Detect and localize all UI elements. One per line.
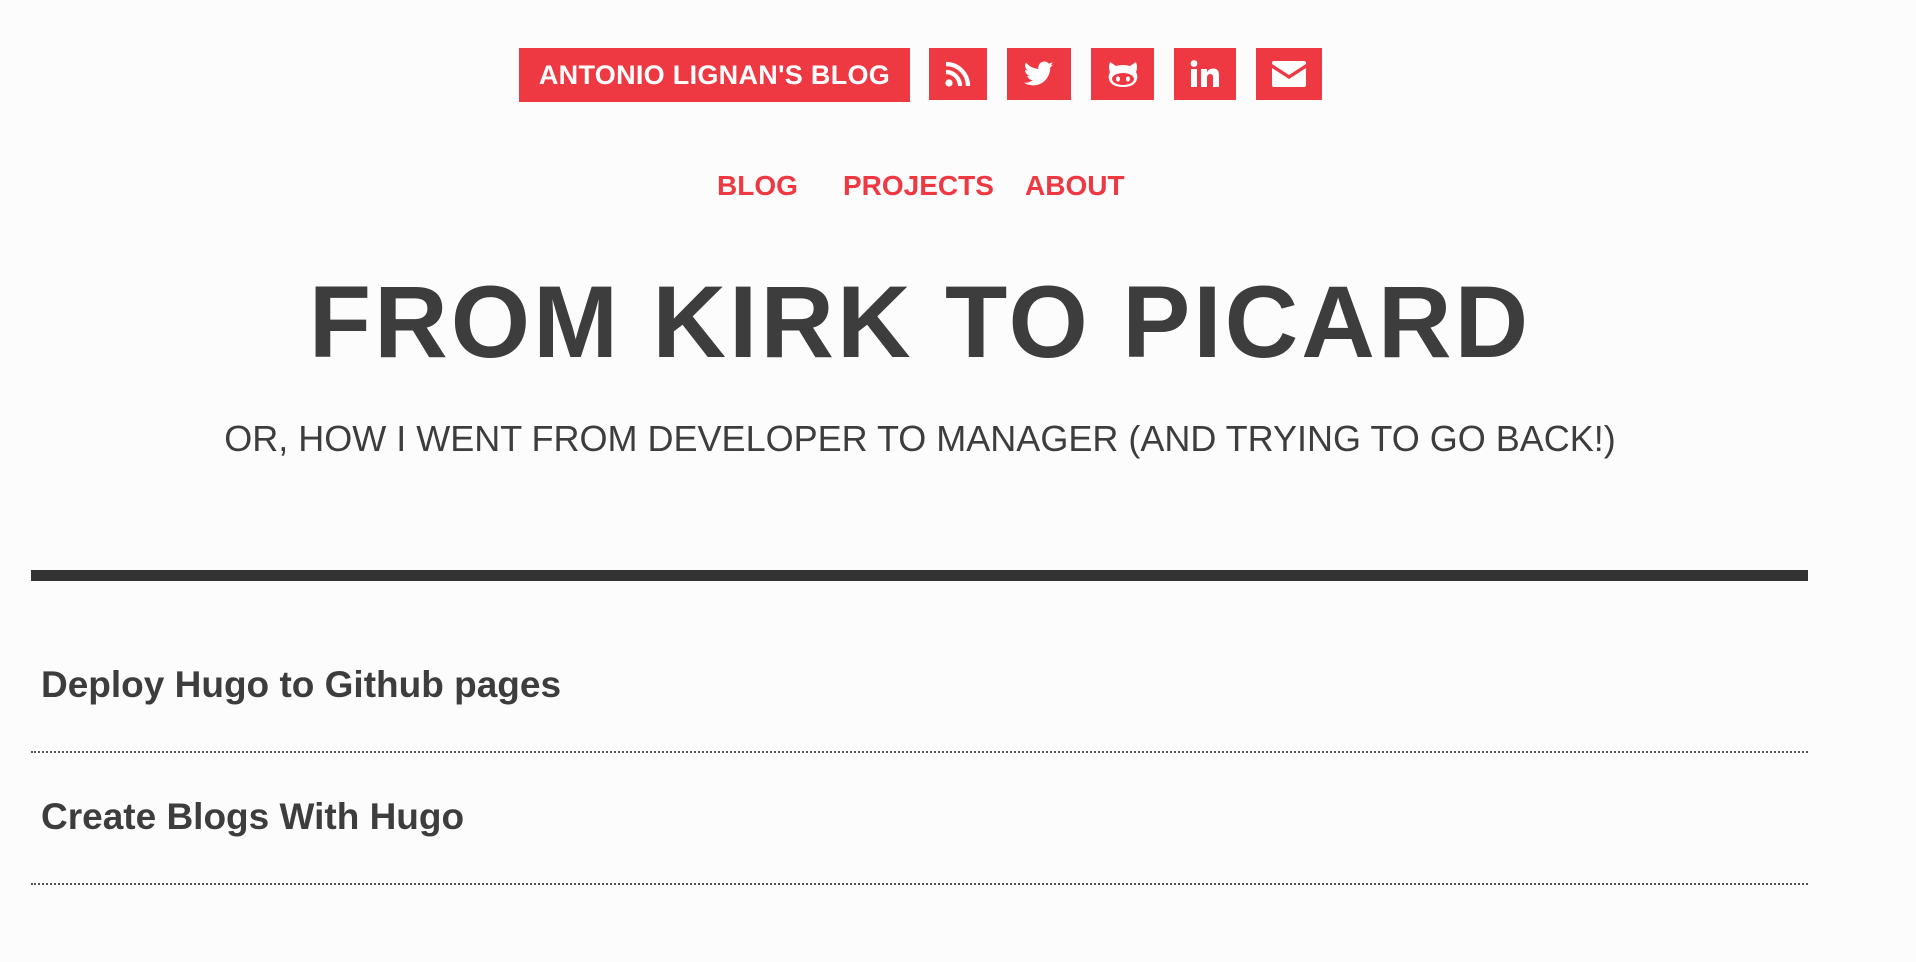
post-title-link[interactable]: Deploy Hugo to Github pages [41,663,561,707]
site-subtitle: OR, HOW I WENT FROM DEVELOPER TO MANAGER… [224,418,1616,459]
main-nav: BLOG PROJECTS ABOUT [0,166,1916,206]
twitter-icon [1024,61,1054,87]
nav-item-about[interactable]: ABOUT [1025,166,1125,206]
linkedin-icon [1190,60,1220,88]
post-title-link[interactable]: Create Blogs With Hugo [41,795,464,839]
linkedin-button[interactable] [1174,48,1236,100]
rss-icon [945,61,971,87]
brand-link[interactable]: ANTONIO LIGNAN'S BLOG [519,48,910,102]
github-button[interactable] [1091,48,1154,100]
header-bar: ANTONIO LIGNAN'S BLOG [0,48,1916,102]
nav-item-projects[interactable]: PROJECTS [843,166,994,206]
rss-button[interactable] [929,48,987,100]
twitter-button[interactable] [1007,48,1071,100]
nav-item-blog[interactable]: BLOG [717,166,798,206]
page: ANTONIO LIGNAN'S BLOG BLOG PROJECTS ABOU… [0,0,1916,962]
github-icon [1107,60,1139,88]
mail-button[interactable] [1256,48,1322,100]
post-list-item: Deploy Hugo to Github pages [31,623,1808,753]
post-list-item: Create Blogs With Hugo [31,755,1808,885]
header-divider [31,570,1808,581]
mail-icon [1272,61,1306,87]
site-title: FROM KIRK TO PICARD [308,265,1532,379]
